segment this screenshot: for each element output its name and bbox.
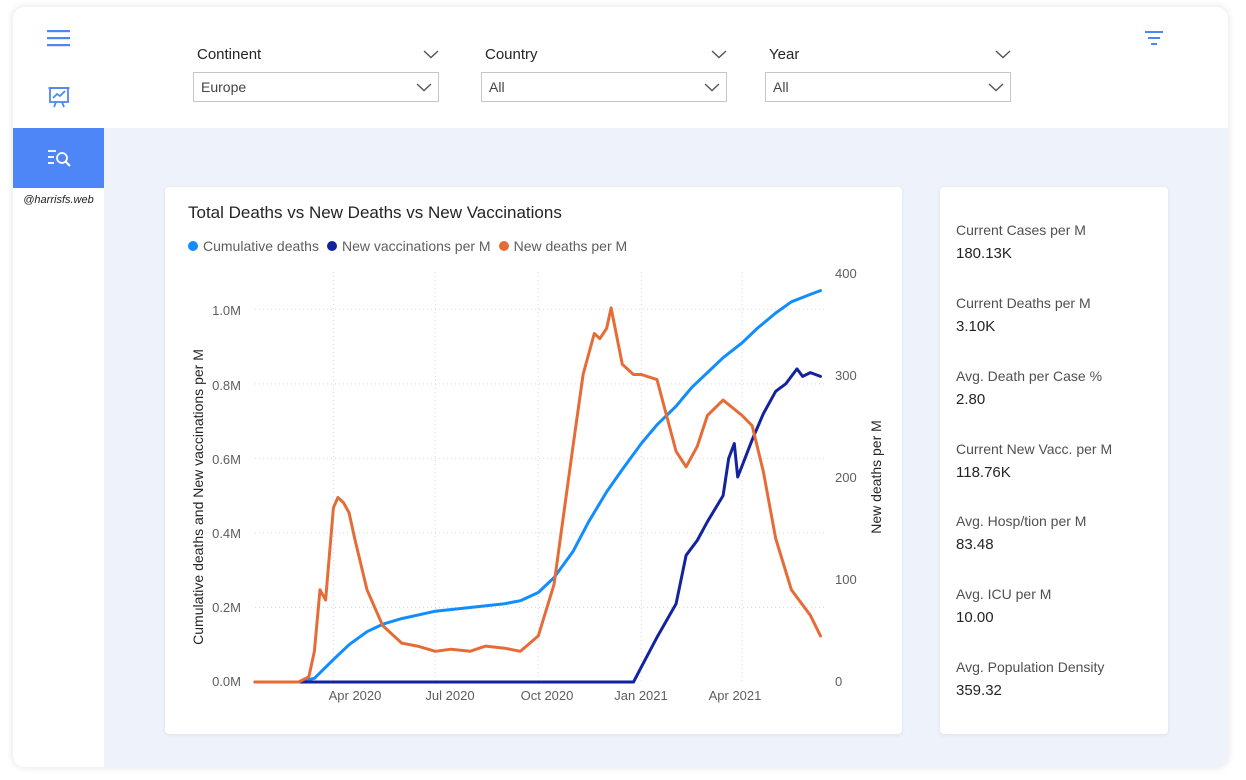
nav-report-button[interactable] (13, 77, 104, 117)
kpi-item: Current Deaths per M 3.10K (956, 295, 1091, 335)
y-right-tick: 200 (835, 470, 857, 485)
year-filter-header[interactable]: Year (765, 43, 1011, 65)
kpi-value: 10.00 (956, 609, 994, 626)
y-left-axis-title: Cumulative deaths and New vaccinations p… (190, 349, 206, 645)
kpi-label: Avg. Hosp/tion per M (956, 513, 1087, 529)
kpi-label: Avg. ICU per M (956, 586, 1052, 602)
country-filter-label: Country (485, 45, 538, 63)
kpi-value: 83.48 (956, 536, 994, 553)
kpi-label: Current Deaths per M (956, 295, 1091, 311)
series-line-cumulative-deaths[interactable] (253, 289, 822, 684)
nav-explore-button[interactable] (13, 128, 104, 188)
filter-bar: Continent Europe Country All Year All (104, 7, 1228, 128)
year-dropdown[interactable]: All (765, 72, 1011, 102)
x-tick: Jan 2021 (614, 688, 668, 703)
x-tick: Apr 2020 (329, 688, 382, 703)
year-filter-label: Year (769, 45, 800, 63)
continent-filter: Continent Europe (193, 43, 439, 102)
kpi-value: 3.10K (956, 318, 996, 335)
y-right-tick: 0 (835, 674, 842, 689)
kpi-item: Avg. Population Density 359.32 (956, 659, 1104, 699)
x-tick: Jul 2020 (425, 688, 474, 703)
presentation-chart-icon (48, 87, 69, 108)
author-credit: @harrisfs.web (23, 194, 94, 206)
kpi-value: 118.76K (956, 464, 1011, 481)
continent-filter-label: Continent (197, 45, 262, 63)
y-right-tick: 100 (835, 572, 857, 587)
y-right-tick: 300 (835, 368, 857, 383)
chevron-down-icon (423, 50, 439, 59)
chevron-down-icon (995, 50, 1011, 59)
kpi-item: Avg. ICU per M 10.00 (956, 586, 1051, 626)
kpi-card: Current Cases per M 180.13K Current Deat… (940, 187, 1168, 734)
y-left-tick: 0.4M (212, 526, 241, 541)
chevron-down-icon (416, 83, 432, 92)
continent-dropdown[interactable]: Europe (193, 72, 439, 102)
kpi-label: Current New Vacc. per M (956, 441, 1113, 457)
kpi-item: Avg. Hosp/tion per M 83.48 (956, 513, 1086, 553)
sidebar: @harrisfs.web (13, 7, 104, 767)
continent-filter-header[interactable]: Continent (193, 43, 439, 65)
chevron-down-icon (704, 83, 720, 92)
filter-funnel-icon (1145, 31, 1163, 45)
y-right-tick: 400 (835, 266, 857, 281)
year-selected-value: All (773, 79, 789, 95)
kpi-item: Current New Vacc. per M 118.76K (956, 441, 1112, 481)
kpi-label: Current Cases per M (956, 222, 1086, 238)
line-chart: 0.0M 0.2M 0.4M 0.6M 0.8M 1.0M 0 100 200 … (190, 266, 884, 703)
kpi-label: Avg. Death per Case % (956, 368, 1103, 384)
kpi-value: 180.13K (956, 245, 1012, 262)
hamburger-icon (46, 30, 70, 47)
chevron-down-icon (988, 83, 1004, 92)
series-lines (253, 289, 822, 684)
x-tick: Oct 2020 (521, 688, 574, 703)
chart-card[interactable]: Total Deaths vs New Deaths vs New Vaccin… (165, 187, 902, 734)
country-filter: Country All (481, 43, 727, 102)
series-line-new-deaths[interactable] (253, 306, 822, 684)
continent-selected-value: Europe (201, 79, 247, 95)
kpi-item: Current Cases per M 180.13K (956, 222, 1086, 262)
kpi-item: Avg. Death per Case % 2.80 (956, 368, 1102, 408)
y-right-axis-title: New deaths per M (868, 420, 884, 534)
country-dropdown[interactable]: All (481, 72, 727, 102)
country-filter-header[interactable]: Country (481, 43, 727, 65)
chevron-down-icon (711, 50, 727, 59)
search-list-icon (47, 150, 71, 167)
menu-button[interactable] (13, 19, 104, 57)
year-filter: Year All (765, 43, 1011, 102)
country-selected-value: All (489, 79, 505, 95)
x-tick: Apr 2021 (709, 688, 762, 703)
kpi-value: 2.80 (956, 391, 986, 408)
filter-panel-button[interactable] (1143, 29, 1165, 52)
grid-lines (255, 272, 825, 682)
report-frame: @harrisfs.web Continent Europe Country A… (13, 7, 1228, 767)
kpi-value: 359.32 (956, 682, 1002, 699)
y-left-tick: 0.6M (212, 452, 241, 467)
y-left-tick: 0.0M (212, 674, 241, 689)
kpi-label: Avg. Population Density (956, 659, 1105, 675)
y-left-tick: 0.8M (212, 378, 241, 393)
y-left-tick: 1.0M (212, 303, 241, 318)
y-left-tick: 0.2M (212, 600, 241, 615)
